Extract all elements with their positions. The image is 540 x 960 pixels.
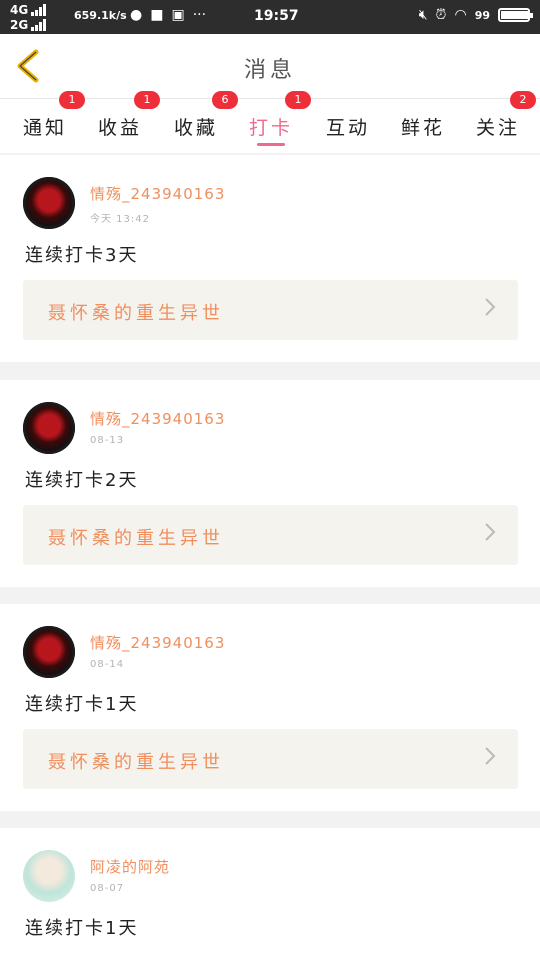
book-link[interactable]: 聂怀桑的重生异世	[23, 505, 518, 565]
message-time: 08-07	[90, 883, 125, 894]
tab-label: 关注	[476, 117, 521, 139]
tab-label: 打卡	[249, 117, 294, 139]
chevron-right-icon	[485, 747, 496, 765]
signal-icon	[31, 18, 47, 31]
message-card: 阿凌的阿苑 08-07 连续打卡1天	[0, 828, 540, 960]
message-card: 情殇_243940163 08-14 连续打卡1天 聂怀桑的重生异世	[0, 604, 540, 811]
bag-icon: ▣	[171, 7, 185, 23]
username[interactable]: 情殇_243940163	[90, 183, 225, 204]
message-time: 08-13	[90, 435, 125, 446]
signal-group: 4G 2G	[10, 2, 47, 32]
signal-icon	[31, 3, 47, 16]
system-icons: 🔇︎ ⏰︎ ◠ 99	[418, 7, 533, 23]
tab-label: 收益	[98, 117, 143, 139]
battery-icon	[498, 8, 533, 22]
book-link[interactable]: 聂怀桑的重生异世	[23, 729, 518, 789]
status-bar: 4G 2G 659.1k/s ● ■ ▣ ··· 19:57 🔇︎ ⏰︎ ◠ 9…	[0, 0, 540, 34]
battery-percent: 99	[474, 8, 490, 22]
tab-follow[interactable]: 关注 2	[476, 91, 536, 140]
tab-label: 通知	[23, 117, 68, 139]
chat-icon: ■	[150, 7, 164, 23]
message-text: 连续打卡3天	[25, 245, 139, 266]
wifi-icon: ◠	[454, 7, 467, 23]
book-link[interactable]: 聂怀桑的重生异世	[23, 280, 518, 340]
username[interactable]: 情殇_243940163	[90, 408, 225, 429]
username[interactable]: 情殇_243940163	[90, 632, 225, 653]
unread-badge: 1	[285, 91, 311, 109]
network-speed: 659.1k/s	[74, 9, 127, 22]
mute-icon: 🔇︎	[418, 7, 428, 23]
network-type-top: 4G	[10, 2, 29, 17]
message-text: 连续打卡2天	[25, 470, 139, 491]
more-icon: ···	[192, 7, 207, 23]
unread-badge: 1	[134, 91, 160, 109]
clock: 19:57	[254, 8, 299, 24]
avatar[interactable]	[23, 626, 75, 678]
message-text: 连续打卡1天	[25, 694, 139, 715]
tab-notice[interactable]: 通知 1	[23, 91, 85, 140]
tab-bar: 通知 1 收益 1 收藏 6 打卡 1 互动 鲜花 关注 2	[0, 91, 540, 153]
wechat-icon: ●	[130, 7, 143, 23]
page-title: 消息	[243, 58, 296, 83]
tab-favorites[interactable]: 收藏 6	[174, 91, 238, 140]
avatar[interactable]	[23, 402, 75, 454]
chevron-right-icon	[485, 298, 496, 316]
tab-label: 收藏	[174, 117, 219, 139]
message-text: 连续打卡1天	[25, 918, 139, 939]
tab-label: 鲜花	[401, 117, 446, 139]
avatar[interactable]	[23, 850, 75, 902]
message-card: 情殇_243940163 08-13 连续打卡2天 聂怀桑的重生异世	[0, 380, 540, 587]
tab-interaction[interactable]: 互动	[326, 113, 370, 140]
network-type-bottom: 2G	[10, 17, 29, 32]
message-card: 情殇_243940163 今天 13:42 连续打卡3天 聂怀桑的重生异世	[0, 155, 540, 362]
notification-icons: ● ■ ▣ ···	[130, 7, 206, 23]
active-tab-indicator	[257, 143, 285, 146]
avatar[interactable]	[23, 177, 75, 229]
tab-checkin[interactable]: 打卡 1	[249, 91, 311, 146]
tab-earnings[interactable]: 收益 1	[98, 91, 160, 140]
chevron-right-icon	[485, 523, 496, 541]
book-title: 聂怀桑的重生异世	[48, 528, 224, 549]
book-title: 聂怀桑的重生异世	[48, 752, 224, 773]
username[interactable]: 阿凌的阿苑	[90, 856, 170, 877]
unread-badge: 6	[212, 91, 238, 109]
unread-badge: 1	[59, 91, 85, 109]
message-time: 08-14	[90, 659, 125, 670]
unread-badge: 2	[510, 91, 536, 109]
message-time: 今天 13:42	[90, 214, 150, 225]
tab-label: 互动	[326, 117, 371, 139]
book-title: 聂怀桑的重生异世	[48, 303, 224, 324]
tab-flowers[interactable]: 鲜花	[401, 113, 445, 140]
app-header: 消息	[0, 34, 540, 98]
alarm-icon: ⏰︎	[435, 7, 447, 23]
